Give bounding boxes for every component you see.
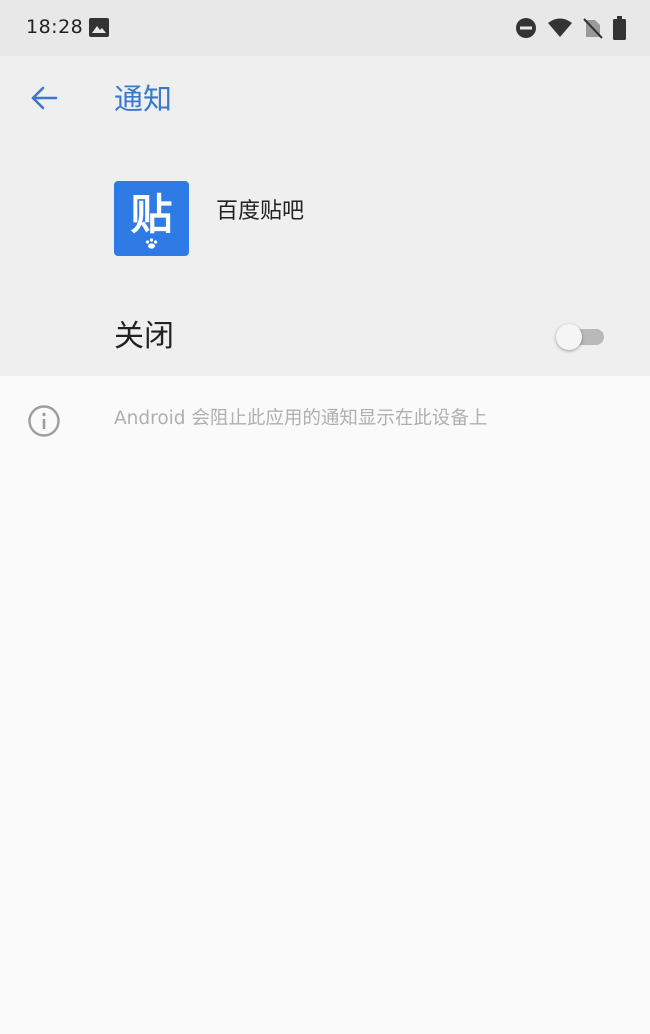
app-icon: 贴	[114, 181, 189, 256]
do-not-disturb-icon	[516, 18, 536, 38]
notification-settings-screen: 18:28 通知 贴 百度贴吧 关闭 Android 会阻止此应用的通知显示在此…	[0, 0, 650, 1034]
info-description: Android 会阻止此应用的通知显示在此设备上	[114, 408, 488, 429]
app-header-panel	[0, 56, 650, 376]
wifi-icon	[548, 18, 572, 37]
app-name: 百度贴吧	[216, 199, 305, 224]
back-button[interactable]	[24, 80, 64, 116]
status-time: 18:28	[26, 16, 84, 38]
page-title: 通知	[114, 82, 173, 116]
svg-text:贴: 贴	[130, 190, 172, 239]
arrow-left-icon	[31, 86, 58, 110]
notification-toggle-switch[interactable]	[556, 323, 606, 351]
notification-toggle-label: 关闭	[114, 319, 174, 354]
baidu-tieba-logo-icon: 贴	[130, 190, 173, 249]
toggle-thumb	[556, 324, 582, 350]
battery-icon	[613, 16, 626, 40]
no-sim-icon	[583, 18, 603, 39]
info-icon	[28, 405, 60, 437]
gallery-icon	[89, 18, 109, 37]
status-bar: 18:28	[0, 0, 650, 56]
status-icons	[515, 15, 626, 41]
